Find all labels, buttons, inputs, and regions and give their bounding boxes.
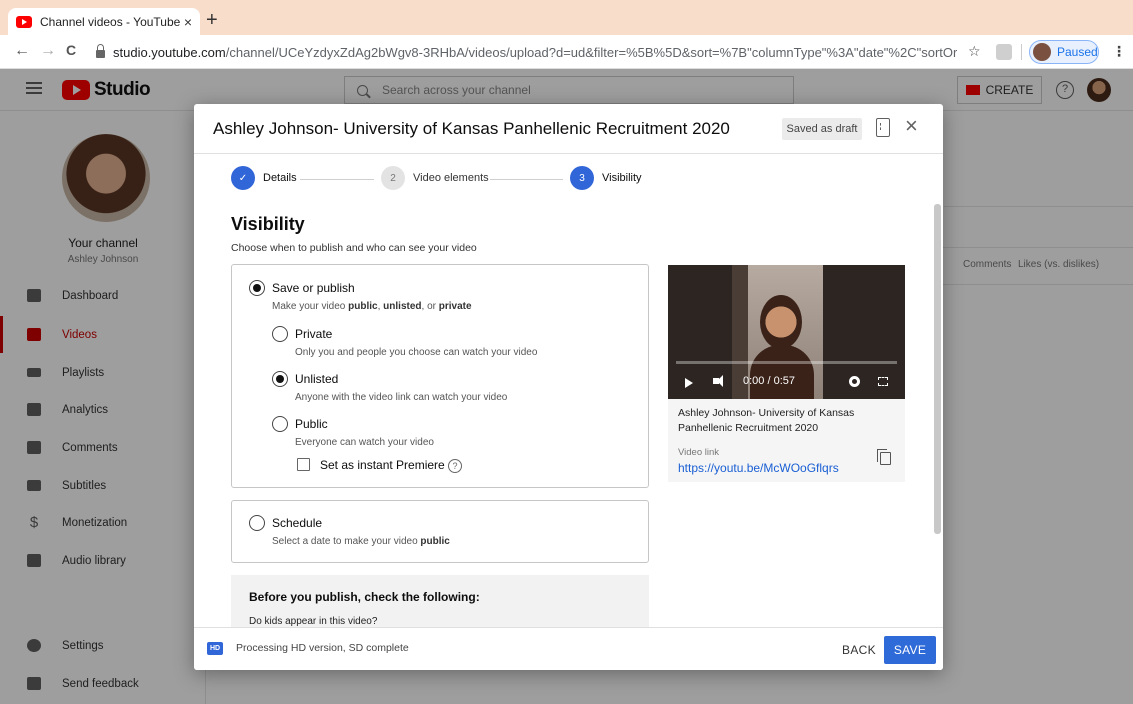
- schedule-desc: Select a date to make your video public: [272, 536, 450, 547]
- preview-video-title: Ashley Johnson- University of Kansas Pan…: [678, 407, 855, 434]
- tab-close-icon[interactable]: ×: [184, 14, 192, 30]
- public-radio[interactable]: [272, 416, 288, 432]
- unlisted-desc: Anyone with the video link can watch you…: [295, 392, 508, 403]
- volume-icon[interactable]: [713, 375, 723, 387]
- profile-status: Paused: [1057, 45, 1098, 59]
- browser-tab-strip: Channel videos - YouTube Stud × +: [0, 0, 1133, 35]
- step-video-elements[interactable]: 2 Video elements: [381, 166, 489, 190]
- play-icon[interactable]: [685, 378, 693, 388]
- tab-title: Channel videos - YouTube Stud: [40, 14, 180, 29]
- dialog-scrollbar[interactable]: [934, 204, 941, 534]
- save-or-publish-radio[interactable]: [249, 280, 265, 296]
- public-label[interactable]: Public: [295, 417, 328, 431]
- video-player[interactable]: 0:00 / 0:57: [668, 265, 905, 399]
- browser-toolbar: ← → C studio.youtube.com/channel/UCeYzdy…: [0, 35, 1133, 69]
- processing-status: Processing HD version, SD complete: [236, 642, 409, 654]
- save-or-publish-label[interactable]: Save or publish: [272, 281, 355, 295]
- video-link[interactable]: https://youtu.be/McWOoGflqrs: [678, 461, 839, 475]
- settings-gear-icon[interactable]: [849, 376, 860, 387]
- toolbar-divider: [1021, 44, 1022, 60]
- step-connector: [490, 179, 563, 180]
- fullscreen-icon[interactable]: [878, 377, 888, 386]
- save-or-publish-desc: Make your video public, unlisted, or pri…: [272, 301, 472, 312]
- unlisted-radio[interactable]: [272, 371, 288, 387]
- check-icon: ✓: [231, 166, 255, 190]
- unlisted-label[interactable]: Unlisted: [295, 372, 338, 386]
- schedule-label[interactable]: Schedule: [272, 516, 322, 530]
- section-subtitle: Choose when to publish and who can see y…: [231, 242, 477, 254]
- video-frame: [750, 345, 814, 399]
- upload-stepper: ✓ Details 2 Video elements 3 Visibility: [194, 154, 943, 204]
- dialog-header: Ashley Johnson- University of Kansas Pan…: [194, 104, 943, 154]
- pre-publish-checklist: Before you publish, check the following:…: [231, 575, 649, 627]
- step-connector: [300, 179, 374, 180]
- browser-tab[interactable]: Channel videos - YouTube Stud ×: [8, 8, 200, 35]
- schedule-card: Schedule Select a date to make your vide…: [231, 500, 649, 563]
- video-link-label: Video link: [678, 447, 720, 458]
- video-preview-card: 0:00 / 0:57 Ashley Johnson- University o…: [668, 265, 905, 482]
- back-button[interactable]: BACK: [834, 636, 884, 664]
- instant-premiere-checkbox[interactable]: [297, 458, 310, 471]
- private-label[interactable]: Private: [295, 327, 332, 341]
- extension-icon[interactable]: [996, 44, 1012, 60]
- profile-avatar: [1033, 43, 1051, 61]
- section-title: Visibility: [231, 214, 305, 234]
- step-label: Details: [263, 172, 297, 184]
- checklist-title: Before you publish, check the following:: [249, 590, 480, 604]
- upload-dialog: Ashley Johnson- University of Kansas Pan…: [194, 104, 943, 670]
- close-icon[interactable]: ×: [905, 115, 918, 137]
- dialog-body[interactable]: Visibility Choose when to publish and wh…: [194, 204, 943, 627]
- public-desc: Everyone can watch your video: [295, 437, 434, 448]
- browser-menu-icon[interactable]: ⋮: [1112, 43, 1126, 60]
- url-path: /channel/UCeYzdyxZdAg2bWgv8-3RHbA/videos…: [225, 44, 957, 60]
- schedule-radio[interactable]: [249, 515, 265, 531]
- instant-premiere-label[interactable]: Set as instant Premiere: [320, 458, 445, 472]
- url-host: studio.youtube.com: [113, 44, 226, 60]
- private-desc: Only you and people you choose can watch…: [295, 347, 538, 358]
- lock-icon: [96, 44, 105, 58]
- step-label: Visibility: [602, 172, 642, 184]
- video-frame: [760, 295, 802, 349]
- forward-arrow-icon[interactable]: →: [40, 42, 56, 60]
- save-or-publish-card: Save or publish Make your video public, …: [231, 264, 649, 488]
- checklist-question: Do kids appear in this video?: [249, 616, 378, 627]
- send-feedback-icon[interactable]: [876, 118, 890, 137]
- hd-badge-icon: HD: [207, 642, 223, 655]
- step-details[interactable]: ✓ Details: [231, 166, 297, 190]
- copy-icon[interactable]: [877, 449, 891, 465]
- save-button[interactable]: SAVE: [884, 636, 936, 664]
- step-visibility[interactable]: 3 Visibility: [570, 166, 642, 190]
- profile-paused-button[interactable]: Paused: [1029, 40, 1099, 64]
- video-progress-bar[interactable]: [676, 361, 897, 364]
- step-number: 3: [570, 166, 594, 190]
- help-icon[interactable]: ?: [448, 459, 462, 473]
- video-time: 0:00 / 0:57: [743, 375, 795, 387]
- youtube-favicon-icon: [16, 15, 32, 28]
- dialog-title: Ashley Johnson- University of Kansas Pan…: [213, 119, 730, 138]
- new-tab-button[interactable]: +: [206, 9, 218, 31]
- address-bar[interactable]: studio.youtube.com/channel/UCeYzdyxZdAg2…: [92, 39, 957, 65]
- step-label: Video elements: [413, 172, 489, 184]
- back-arrow-icon[interactable]: ←: [14, 42, 30, 60]
- saved-as-draft-badge: Saved as draft: [782, 118, 862, 140]
- private-radio[interactable]: [272, 326, 288, 342]
- step-number: 2: [381, 166, 405, 190]
- reload-icon[interactable]: C: [66, 42, 76, 58]
- bookmark-star-icon[interactable]: ☆: [968, 43, 981, 60]
- dialog-footer: HD Processing HD version, SD complete BA…: [194, 627, 943, 670]
